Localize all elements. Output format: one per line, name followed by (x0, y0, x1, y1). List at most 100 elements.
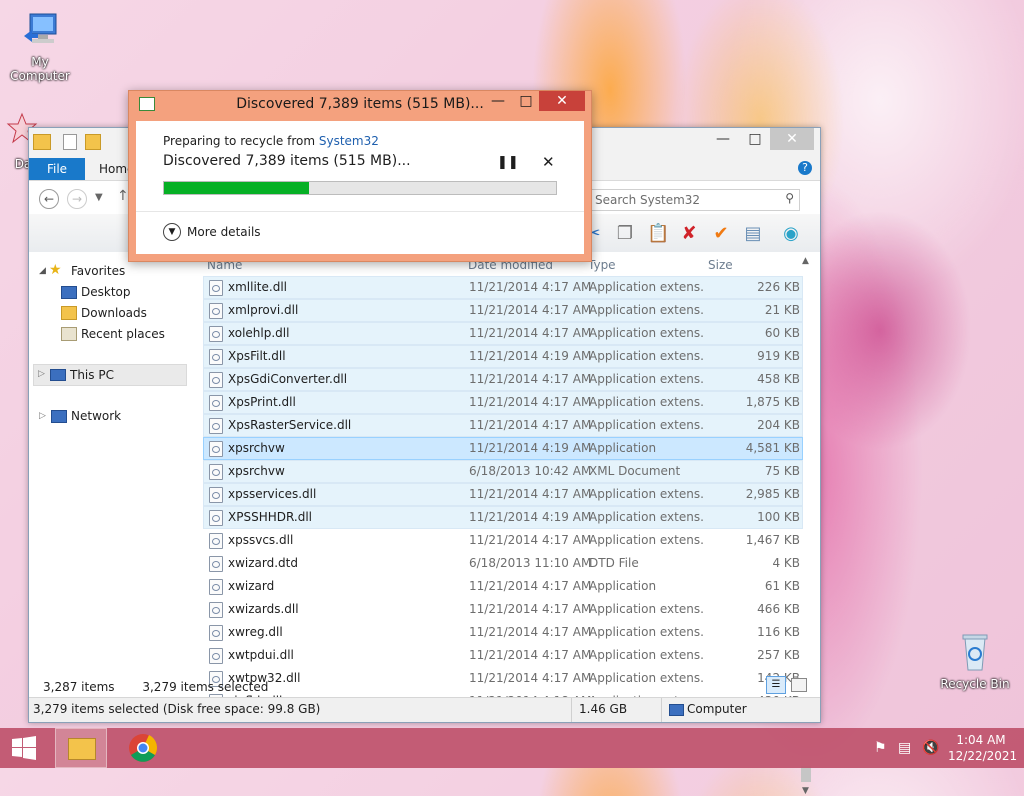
file-name: xpsrchvw (228, 464, 285, 478)
properties-icon[interactable] (63, 134, 77, 150)
back-button[interactable]: ← (39, 189, 59, 209)
file-row[interactable]: xpsservices.dll 11/21/2014 4:17 AM Applica… (203, 483, 803, 506)
pause-button[interactable]: ❚❚ (497, 155, 519, 170)
expand-arrow-icon[interactable]: ▷ (38, 369, 45, 379)
action-center-flag-icon[interactable]: ⚑ (874, 740, 887, 756)
file-name: xpsservices.dll (228, 487, 317, 501)
dialog-maximize-button[interactable]: □ (513, 91, 539, 111)
clock[interactable]: 1:04 AM 12/22/2021 (948, 732, 1017, 764)
computer-icon (24, 13, 57, 43)
checkmark-icon[interactable]: ✔ (711, 224, 731, 244)
delete-icon[interactable]: ✘ (679, 224, 699, 244)
file-type: Application extens... (589, 648, 704, 662)
help-icon[interactable]: ? (798, 161, 812, 175)
file-icon (209, 556, 223, 572)
nav-desktop[interactable]: Desktop (81, 285, 131, 299)
expand-arrow-icon[interactable]: ◢ (39, 266, 46, 276)
file-row[interactable]: xpsrchvw 6/18/2013 10:42 AM XML Document 75… (203, 460, 803, 483)
nav-downloads[interactable]: Downloads (81, 306, 147, 320)
search-input[interactable]: Search System32 (588, 189, 800, 211)
copy-icon[interactable]: ❐ (615, 224, 635, 244)
file-icon (209, 418, 223, 434)
file-row[interactable]: xolehlp.dll 11/21/2014 4:17 AM Application… (203, 322, 803, 345)
file-size: 919 KB (757, 349, 800, 363)
dialog-body: Preparing to recycle from System32 Disco… (136, 121, 584, 254)
file-type: Application extens... (589, 303, 704, 317)
recycle-progress-dialog[interactable]: Discovered 7,389 items (515 MB)... — □ ✕… (128, 90, 592, 262)
chevron-down-icon[interactable]: ▼ (163, 223, 181, 241)
cancel-icon[interactable]: ✕ (542, 153, 555, 171)
status-bar: 3,279 items selected (Disk free space: 9… (29, 697, 820, 722)
desktop-icon-label: Recycle Bin (940, 677, 1010, 691)
file-date: 11/21/2014 4:17 AM (469, 326, 592, 340)
file-icon (209, 326, 223, 342)
file-icon (209, 625, 223, 641)
file-size: 257 KB (757, 648, 800, 662)
file-row[interactable]: xwizard.dtd 6/18/2013 11:10 AM DTD File 4 K… (203, 552, 803, 575)
source-folder-link[interactable]: System32 (319, 134, 379, 148)
forward-button[interactable]: → (67, 189, 87, 209)
desktop-icon-recycle-bin[interactable]: Recycle Bin (935, 632, 1015, 691)
taskbar-file-explorer[interactable] (55, 728, 107, 768)
status-divider (571, 698, 572, 722)
file-icon (209, 395, 223, 411)
expand-arrow-icon[interactable]: ▷ (39, 411, 46, 421)
dialog-minimize-button[interactable]: — (485, 91, 511, 111)
up-button[interactable]: ↑ (117, 188, 129, 204)
file-row[interactable]: xwreg.dll 11/21/2014 4:17 AM Application e… (203, 621, 803, 644)
file-size: 142 KB (720, 668, 800, 689)
file-icon (209, 303, 223, 319)
file-row[interactable]: xmlprovi.dll 11/21/2014 4:17 AM Applicatio… (203, 299, 803, 322)
column-size[interactable]: Size (708, 256, 733, 274)
nav-this-pc-row[interactable]: ▷ This PC (33, 364, 187, 386)
file-row[interactable]: xpsrchvw 11/21/2014 4:19 AM Application 4,5… (203, 437, 803, 460)
file-row[interactable]: XpsGdiConverter.dll 11/21/2014 4:17 AM App… (203, 368, 803, 391)
file-type: Application (589, 441, 657, 455)
downloads-icon (61, 306, 77, 320)
progress-bar (163, 181, 557, 195)
large-icons-view-icon[interactable] (791, 678, 807, 692)
file-row[interactable]: XpsPrint.dll 11/21/2014 4:17 AM Applicatio… (203, 391, 803, 414)
file-row[interactable]: xwtpw32.dll 11/21/2014 4:17 AM Application… (203, 667, 803, 690)
file-size: 1,467 KB (745, 533, 800, 547)
column-type[interactable]: Type (588, 256, 616, 274)
scroll-up-arrow-icon[interactable]: ▲ (802, 256, 809, 266)
explorer-minimize-button[interactable]: — (708, 128, 738, 150)
more-details-button[interactable]: More details (187, 225, 261, 239)
file-row[interactable]: xwizard 11/21/2014 4:17 AM Application 61 K… (203, 575, 803, 598)
tab-file[interactable]: File (29, 158, 85, 180)
file-size: 1,875 KB (745, 395, 800, 409)
explorer-close-button[interactable]: ✕ (770, 128, 814, 150)
chrome-icon (129, 734, 158, 762)
nav-favorites[interactable]: Favorites (71, 264, 125, 278)
details-view-icon[interactable]: ☰ (766, 676, 786, 694)
file-row[interactable]: XpsRasterService.dll 11/21/2014 4:17 AM Ap… (203, 414, 803, 437)
new-folder-icon[interactable] (85, 134, 101, 150)
scroll-down-arrow-icon[interactable]: ▼ (802, 786, 809, 796)
nav-recent-places[interactable]: Recent places (81, 327, 165, 341)
scroll-thumb[interactable] (801, 766, 811, 782)
network-tray-icon[interactable]: ▤ (898, 740, 911, 756)
file-row[interactable]: xwizards.dll 11/21/2014 4:17 AM Applicatio… (203, 598, 803, 621)
taskbar-chrome[interactable] (117, 728, 169, 768)
shell-icon[interactable]: ◉ (781, 224, 801, 244)
file-row[interactable]: XPSSHHDR.dll 11/21/2014 4:19 AM Applicatio… (203, 506, 803, 529)
file-row[interactable]: xmllite.dll 11/21/2014 4:17 AM Application… (203, 276, 803, 299)
dialog-close-button[interactable]: ✕ (539, 91, 585, 111)
recent-locations-chevron-icon[interactable]: ▼ (95, 189, 103, 207)
desktop-icon-my-computer[interactable]: My Computer (0, 10, 80, 83)
file-date: 11/21/2014 4:17 AM (469, 303, 592, 317)
paste-icon[interactable]: 📋 (647, 224, 669, 244)
start-button[interactable] (0, 728, 48, 768)
file-row[interactable]: XpsFilt.dll 11/21/2014 4:19 AM Application… (203, 345, 803, 368)
file-row[interactable]: xwtpdui.dll 11/21/2014 4:17 AM Application… (203, 644, 803, 667)
nav-network[interactable]: Network (71, 409, 121, 423)
file-date: 11/21/2014 4:17 AM (469, 280, 592, 294)
dialog-divider (136, 211, 584, 212)
vertical-scrollbar[interactable]: ▲ ▼ (798, 256, 814, 796)
rename-icon[interactable]: ▤ (743, 224, 763, 244)
file-row[interactable]: xpssvcs.dll 11/21/2014 4:17 AM Application… (203, 529, 803, 552)
explorer-maximize-button[interactable]: □ (740, 128, 770, 150)
file-name: xwtpdui.dll (228, 648, 294, 662)
volume-muted-icon[interactable]: 🔇 (922, 740, 939, 756)
